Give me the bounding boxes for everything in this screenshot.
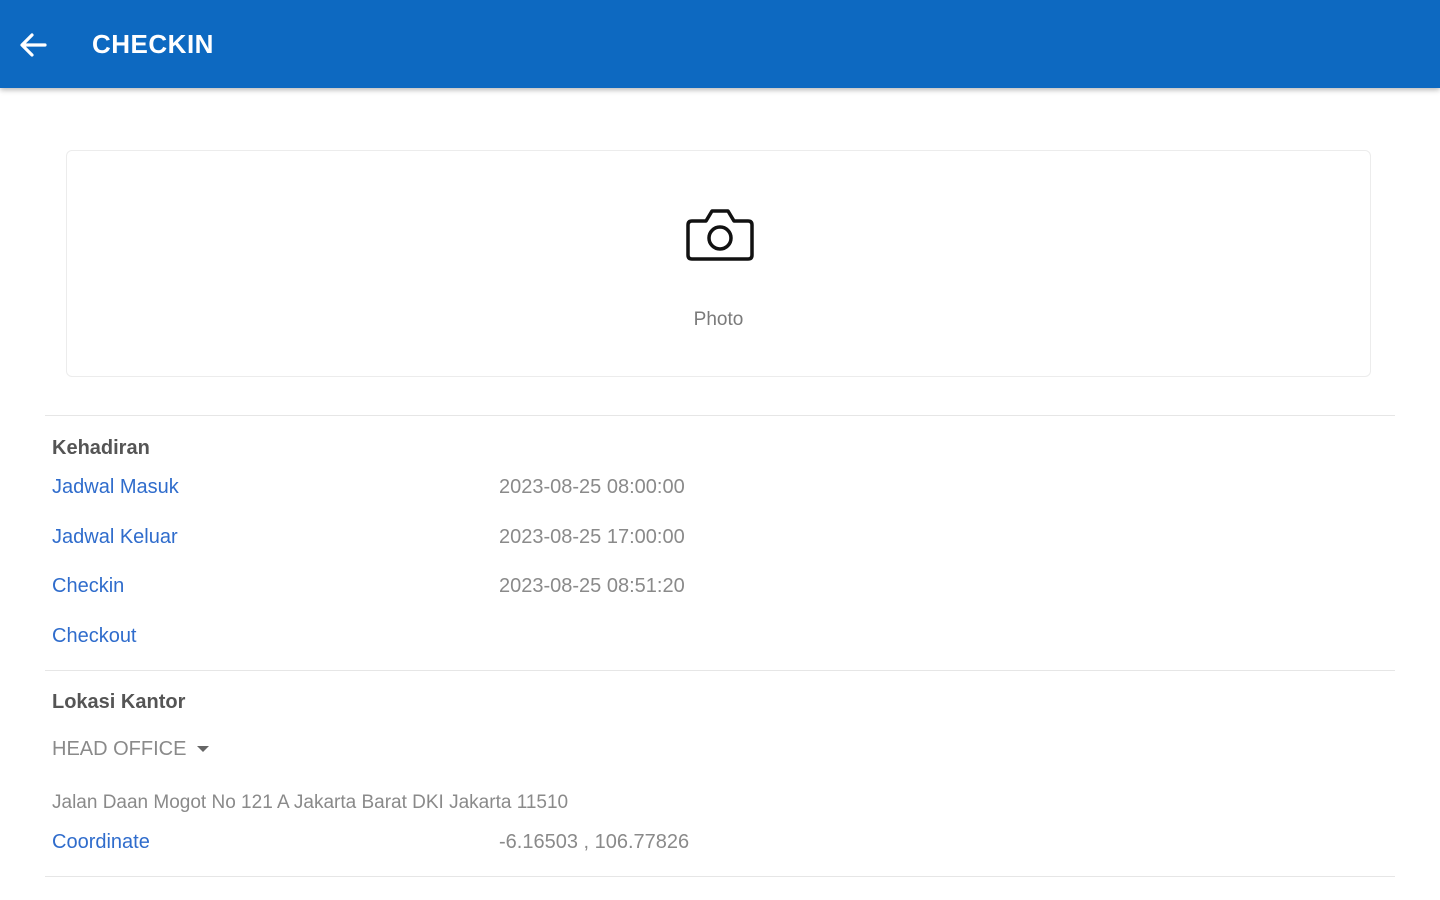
arrow-left-icon — [20, 33, 47, 57]
checkin-value: 2023-08-25 08:51:20 — [499, 575, 685, 597]
office-address: Jalan Daan Mogot No 121 A Jakarta Barat … — [52, 792, 569, 813]
divider — [45, 876, 1395, 877]
checkin-label: Checkin — [52, 575, 125, 597]
photo-label: Photo — [693, 309, 744, 330]
jadwal-keluar-value: 2023-08-25 17:00:00 — [499, 526, 685, 548]
office-location-select[interactable]: HEAD OFFICE — [52, 736, 210, 762]
caret-down-icon — [197, 746, 210, 752]
app-bar: CHECKIN — [0, 0, 1440, 88]
coordinate-value: -6.16503 , 106.77826 — [499, 831, 690, 853]
coordinate-label: Coordinate — [52, 831, 150, 853]
divider — [45, 415, 1395, 416]
jadwal-masuk-value: 2023-08-25 08:00:00 — [499, 476, 685, 498]
divider — [45, 670, 1395, 671]
page-title: CHECKIN — [92, 29, 214, 59]
section-title-lokasi-kantor: Lokasi Kantor — [52, 691, 186, 713]
jadwal-masuk-label: Jadwal Masuk — [52, 476, 179, 498]
office-location-selected: HEAD OFFICE — [52, 737, 187, 760]
camera-icon — [686, 209, 754, 261]
section-title-kehadiran: Kehadiran — [52, 437, 150, 459]
photo-capture-card[interactable]: Photo — [66, 150, 1371, 377]
checkout-label: Checkout — [52, 625, 137, 647]
jadwal-keluar-label: Jadwal Keluar — [52, 526, 178, 548]
back-button[interactable] — [14, 26, 52, 64]
